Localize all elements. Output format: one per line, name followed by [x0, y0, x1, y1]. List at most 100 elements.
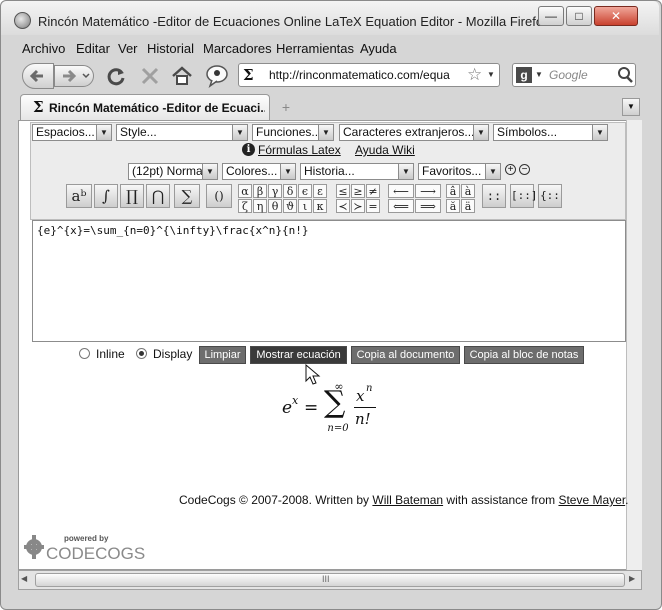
select-font-size[interactable]: (12pt) Normal ▼: [128, 163, 218, 180]
product-button[interactable]: ∏: [120, 184, 144, 208]
menu-archivo[interactable]: Archivo: [22, 41, 65, 56]
symbol-longrightarrow[interactable]: ⟶: [415, 184, 441, 198]
new-tab-button[interactable]: +: [276, 96, 296, 118]
scroll-right-icon[interactable]: ▶: [629, 574, 635, 583]
radio-inline[interactable]: [79, 348, 90, 359]
select-favoritos[interactable]: Favoritos... ▼: [418, 163, 501, 180]
google-engine-icon[interactable]: g: [516, 67, 532, 83]
symbol-geq[interactable]: ≥: [351, 184, 365, 198]
engine-dropdown-icon[interactable]: ▼: [535, 70, 543, 79]
maximize-button[interactable]: □: [566, 6, 592, 26]
link-ayuda-wiki[interactable]: Ayuda Wiki: [355, 143, 415, 157]
symbol-leq[interactable]: ≤: [336, 184, 350, 198]
symbol-vartheta[interactable]: ϑ: [283, 199, 297, 213]
remove-favorite-icon[interactable]: −: [519, 164, 530, 175]
symbol-Longrightarrow[interactable]: ⟹: [415, 199, 441, 213]
integral-button[interactable]: ∫: [94, 184, 118, 208]
limpiar-button[interactable]: Limpiar: [199, 346, 246, 364]
scroll-left-icon[interactable]: ◀: [21, 574, 27, 583]
tab-list-dropdown[interactable]: ▼: [622, 98, 640, 116]
radio-display-label: Display: [153, 347, 193, 361]
author-link[interactable]: Will Bateman: [372, 493, 443, 507]
symbol-succ[interactable]: ≻: [351, 199, 365, 213]
symbol-longleftarrow[interactable]: ⟵: [388, 184, 414, 198]
symbol-prec[interactable]: ≺: [336, 199, 350, 213]
latex-input-text[interactable]: {e}^{x}=\sum_{n=0}^{\infty}\frac{x^n}{n!…: [37, 224, 309, 237]
menu-editar[interactable]: Editar: [76, 41, 110, 56]
symbol-eta[interactable]: η: [253, 199, 267, 213]
symbol-epsilon[interactable]: ϵ: [298, 184, 312, 198]
forward-button[interactable]: [54, 65, 94, 87]
link-formulas-latex[interactable]: Fórmulas Latex: [258, 143, 341, 157]
parentheses-button[interactable]: (): [206, 184, 232, 208]
symbol-varepsilon[interactable]: ε: [313, 184, 327, 198]
search-icon[interactable]: [617, 66, 633, 87]
bookmark-star-icon[interactable]: ☆: [467, 65, 482, 85]
back-button[interactable]: [22, 63, 54, 89]
symbol-delta[interactable]: δ: [283, 184, 297, 198]
reload-button[interactable]: [104, 64, 128, 88]
menu-ayuda[interactable]: Ayuda: [360, 41, 397, 56]
footer-middle: with assistance from: [443, 493, 559, 507]
symbol-neq[interactable]: ≠: [366, 184, 380, 198]
select-espacios[interactable]: Espacios... ▼: [32, 124, 112, 141]
home-button[interactable]: [170, 64, 194, 88]
symbol-Longleftarrow[interactable]: ⟸: [388, 199, 414, 213]
menu-ver[interactable]: Ver: [118, 41, 138, 56]
symbol-iota[interactable]: ι: [298, 199, 312, 213]
symbol-theta[interactable]: θ: [268, 199, 282, 213]
select-style[interactable]: Style... ▼: [116, 124, 248, 141]
assistant-link[interactable]: Steve Mayer: [558, 493, 625, 507]
symbol-hat[interactable]: â: [446, 184, 460, 198]
add-favorite-icon[interactable]: +: [505, 164, 516, 175]
copia-bloc-notas-button[interactable]: Copia al bloc de notas: [464, 346, 584, 364]
symbol-breve[interactable]: ă: [446, 199, 460, 213]
symbol-kappa[interactable]: κ: [313, 199, 327, 213]
symbol-equiv[interactable]: =: [366, 199, 380, 213]
stop-button[interactable]: [138, 64, 162, 88]
footer-credits: CodeCogs © 2007-2008. Written by Will Ba…: [179, 493, 629, 507]
gear-icon: [24, 535, 44, 559]
radio-display[interactable]: [136, 348, 147, 359]
codecogs-logo[interactable]: powered by CODECOGS: [24, 530, 145, 566]
select-caracteres[interactable]: Caracteres extranjeros... ▼: [339, 124, 489, 141]
site-sigma-icon: Σ: [243, 66, 254, 84]
eq-equals: =: [304, 398, 319, 418]
symbol-beta[interactable]: β: [253, 184, 267, 198]
matrix-button[interactable]: ::: [482, 184, 506, 208]
select-simbolos[interactable]: Símbolos... ▼: [493, 124, 608, 141]
close-window-button[interactable]: ✕: [594, 6, 638, 26]
symbol-gamma[interactable]: γ: [268, 184, 282, 198]
chat-button[interactable]: [204, 63, 230, 89]
symbol-alpha[interactable]: α: [238, 184, 252, 198]
brace-matrix-button[interactable]: {::: [538, 184, 562, 208]
select-historia[interactable]: Historia... ▼: [300, 163, 414, 180]
url-text[interactable]: http://rinconmatematico.com/equa: [269, 68, 465, 82]
menu-marcadores[interactable]: Marcadores: [203, 41, 272, 56]
copia-documento-button[interactable]: Copia al documento: [351, 346, 460, 364]
select-funciones[interactable]: Funciones... ▼: [252, 124, 334, 141]
symbol-grave[interactable]: à: [461, 184, 475, 198]
symbol-ddot[interactable]: ä: [461, 199, 475, 213]
search-bar[interactable]: g ▼ Google: [512, 63, 636, 87]
chevron-down-icon: ▼: [318, 125, 333, 140]
intersection-button[interactable]: ⋂: [146, 184, 170, 208]
url-dropdown-icon[interactable]: ▼: [487, 70, 495, 79]
minimize-button[interactable]: —: [538, 6, 564, 26]
superscript-button[interactable]: aᵇ: [66, 184, 92, 208]
menu-herramientas[interactable]: Herramientas: [276, 41, 354, 56]
symbol-zeta[interactable]: ζ: [238, 199, 252, 213]
chevron-down-icon: ▼: [202, 164, 217, 179]
menu-historial[interactable]: Historial: [147, 41, 194, 56]
scroll-thumb[interactable]: III: [35, 573, 625, 587]
mostrar-ecuacion-button[interactable]: Mostrar ecuación: [250, 346, 347, 364]
window-title: Rincón Matemático -Editor de Ecuaciones …: [38, 14, 550, 29]
sum-button[interactable]: ∑: [174, 184, 200, 208]
url-bar[interactable]: Σ http://rinconmatematico.com/equa ☆ ▼: [238, 63, 500, 87]
tab-rincon[interactable]: Σ Rincón Matemático -Editor de Ecuaci...: [20, 94, 270, 120]
bracket-matrix-button[interactable]: [::]: [510, 184, 538, 208]
latex-input-area[interactable]: {e}^{x}=\sum_{n=0}^{\infty}\frac{x^n}{n!…: [32, 220, 626, 342]
select-colores[interactable]: Colores... ▼: [222, 163, 296, 180]
horizontal-scrollbar[interactable]: ◀ III ▶: [18, 570, 642, 590]
select-caracteres-label: Caracteres extranjeros...: [343, 125, 475, 139]
